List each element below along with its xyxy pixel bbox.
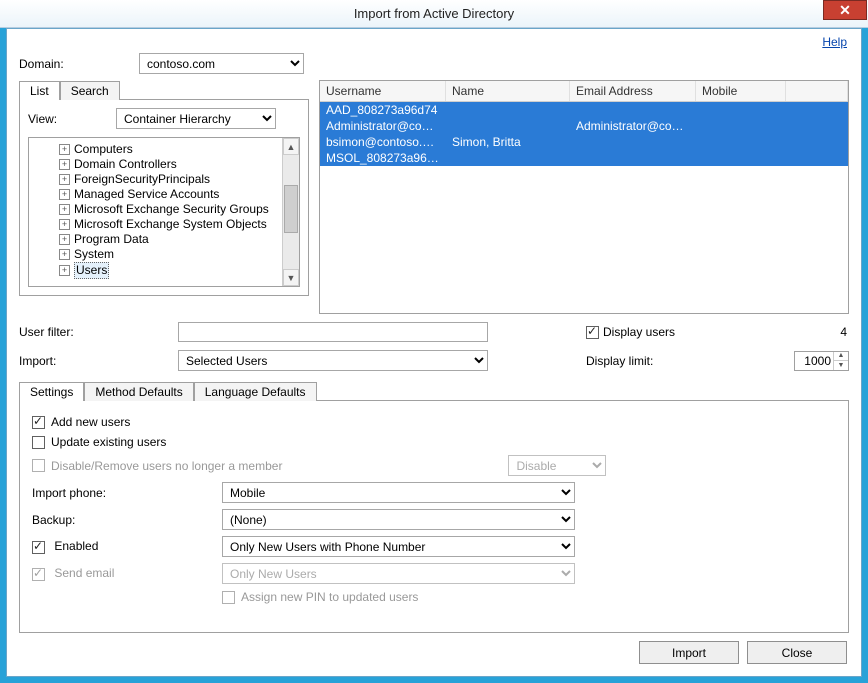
view-select[interactable]: Container Hierarchy <box>116 108 276 129</box>
import-phone-select[interactable]: Mobile <box>222 482 575 503</box>
container-tree[interactable]: +Computers +Domain Controllers +ForeignS… <box>29 138 282 286</box>
expand-icon[interactable]: + <box>59 144 70 155</box>
display-limit-label: Display limit: <box>586 354 742 368</box>
checkbox-icon[interactable] <box>586 326 599 339</box>
display-limit-input[interactable] <box>795 352 833 370</box>
send-email-select: Only New Users <box>222 563 575 584</box>
expand-icon[interactable]: + <box>59 219 70 230</box>
settings-tabs: Settings Method Defaults Language Defaul… <box>19 381 849 400</box>
tab-search[interactable]: Search <box>60 81 120 100</box>
settings-panel: Add new users Update existing users Disa… <box>19 400 849 633</box>
userfilter-label: User filter: <box>19 325 164 339</box>
display-users-check[interactable]: Display users <box>586 325 675 339</box>
tree-node-selected[interactable]: +Users <box>33 262 280 279</box>
grid-row[interactable]: bsimon@contoso.com Simon, Britta <box>320 134 848 150</box>
checkbox-icon <box>32 459 45 472</box>
col-mobile[interactable]: Mobile <box>696 81 786 101</box>
scroll-up-icon[interactable]: ▲ <box>283 138 299 155</box>
tree-node[interactable]: +Domain Controllers <box>33 157 280 172</box>
backup-label: Backup: <box>32 513 222 527</box>
users-grid: Username Name Email Address Mobile AAD_8… <box>319 80 849 314</box>
col-email[interactable]: Email Address <box>570 81 696 101</box>
expand-icon[interactable]: + <box>59 174 70 185</box>
grid-row[interactable]: AAD_808273a96d74 <box>320 102 848 118</box>
enabled-select[interactable]: Only New Users with Phone Number <box>222 536 575 557</box>
tree-node[interactable]: +Microsoft Exchange Security Groups <box>33 202 280 217</box>
disable-action-select: Disable <box>508 455 606 476</box>
tree-node[interactable]: +System <box>33 247 280 262</box>
view-label: View: <box>28 112 116 126</box>
window-body: Help Domain: contoso.com List Search Vie… <box>6 28 862 677</box>
assign-pin-label: Assign new PIN to updated users <box>241 590 418 604</box>
left-tabs: List Search <box>19 80 309 99</box>
grid-row[interactable]: Administrator@contos... Administrator@co… <box>320 118 848 134</box>
expand-icon[interactable]: + <box>59 189 70 200</box>
checkbox-icon <box>222 591 235 604</box>
domain-label: Domain: <box>19 57 139 71</box>
tab-settings[interactable]: Settings <box>19 382 84 401</box>
import-button[interactable]: Import <box>639 641 739 664</box>
tree-node[interactable]: +Microsoft Exchange System Objects <box>33 217 280 232</box>
grid-header: Username Name Email Address Mobile <box>320 81 848 102</box>
expand-icon[interactable]: + <box>59 265 70 276</box>
send-email-check: Send email <box>32 566 222 580</box>
checkbox-icon[interactable] <box>32 436 45 449</box>
col-spacer <box>786 81 848 101</box>
grid-body[interactable]: AAD_808273a96d74 Administrator@contos...… <box>320 102 848 313</box>
update-existing-check[interactable]: Update existing users <box>32 435 836 449</box>
userfilter-input[interactable] <box>178 322 488 342</box>
help-link[interactable]: Help <box>822 35 847 49</box>
checkbox-icon[interactable] <box>32 541 45 554</box>
expand-icon[interactable]: + <box>59 249 70 260</box>
tree-node[interactable]: +ForeignSecurityPrincipals <box>33 172 280 187</box>
close-button[interactable]: Close <box>747 641 847 664</box>
close-icon[interactable]: ✕ <box>823 0 867 20</box>
domain-select[interactable]: contoso.com <box>139 53 304 74</box>
scroll-down-icon[interactable]: ▼ <box>283 269 299 286</box>
title-bar: Import from Active Directory ✕ <box>0 0 868 28</box>
display-limit-spinner[interactable]: ▲▼ <box>794 351 849 371</box>
tab-language-defaults[interactable]: Language Defaults <box>194 382 317 401</box>
import-select[interactable]: Selected Users <box>178 350 488 371</box>
row-count: 4 <box>840 325 849 339</box>
expand-icon[interactable]: + <box>59 234 70 245</box>
add-new-users-check[interactable]: Add new users <box>32 415 836 429</box>
footer-buttons: Import Close <box>639 641 847 664</box>
window-title: Import from Active Directory <box>0 6 868 21</box>
spin-down-icon[interactable]: ▼ <box>833 360 848 370</box>
spin-up-icon[interactable]: ▲ <box>833 352 848 361</box>
col-name[interactable]: Name <box>446 81 570 101</box>
col-username[interactable]: Username <box>320 81 446 101</box>
tree-scrollbar[interactable]: ▲ ▼ <box>282 138 299 286</box>
expand-icon[interactable]: + <box>59 159 70 170</box>
scroll-thumb[interactable] <box>284 185 298 233</box>
import-label: Import: <box>19 354 164 368</box>
tab-method-defaults[interactable]: Method Defaults <box>84 382 193 401</box>
tree-node[interactable]: +Program Data <box>33 232 280 247</box>
grid-row[interactable]: MSOL_808273a96d74 <box>320 150 848 166</box>
enabled-check[interactable]: Enabled <box>32 539 222 553</box>
tree-node[interactable]: +Computers <box>33 142 280 157</box>
tree-node[interactable]: +Managed Service Accounts <box>33 187 280 202</box>
checkbox-icon[interactable] <box>32 416 45 429</box>
tree-container: +Computers +Domain Controllers +ForeignS… <box>28 137 300 287</box>
list-tab-body: View: Container Hierarchy +Computers +Do… <box>19 99 309 296</box>
backup-select[interactable]: (None) <box>222 509 575 530</box>
tab-list[interactable]: List <box>19 81 60 100</box>
expand-icon[interactable]: + <box>59 204 70 215</box>
checkbox-icon <box>32 568 45 581</box>
disable-remove-check: Disable/Remove users no longer a member … <box>32 455 836 476</box>
import-phone-label: Import phone: <box>32 486 222 500</box>
